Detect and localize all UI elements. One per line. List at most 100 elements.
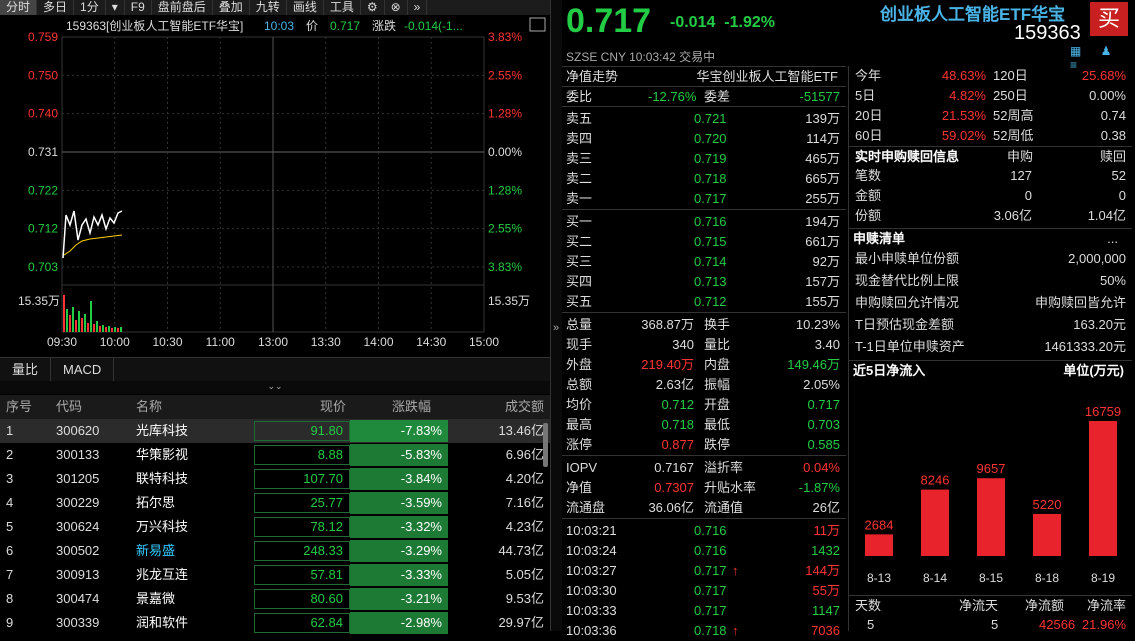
tab-intraday[interactable]: 分时 (0, 0, 37, 15)
level-price: 0.721 (694, 109, 727, 129)
stat-label: 内盘 (704, 355, 730, 375)
expand-icon[interactable]: » (408, 0, 428, 15)
footer-netamt-label: 净流额 (1025, 596, 1064, 616)
panel-divider[interactable]: » (550, 0, 562, 631)
row-price: 248.33 (254, 541, 350, 561)
level-volume: 255万 (805, 189, 840, 209)
table-row[interactable]: 2300133华策影视8.88-5.83%6.96亿 (0, 443, 550, 467)
list-label: 现金替代比例上限 (855, 270, 959, 292)
inflow-date-label: 8-13 (867, 571, 891, 585)
bid-level: 买二0.715661万 (562, 232, 846, 252)
col-change[interactable]: 涨跌幅 (392, 395, 431, 419)
table-row[interactable]: 4300229拓尔思25.77-3.59%7.16亿 (0, 491, 550, 515)
buy-button[interactable]: 买 (1090, 2, 1128, 36)
chart-x-labels: 09:3010:0010:3011:0013:0013:3014:0014:30… (47, 335, 499, 349)
col-index[interactable]: 序号 (6, 395, 32, 419)
perf-value: 0.74 (1101, 106, 1126, 126)
perf-label: 20日 (855, 106, 882, 126)
level-label: 卖一 (566, 189, 592, 209)
inflow-value-label: 5220 (1033, 497, 1062, 512)
volume-bar (102, 325, 104, 332)
table-row[interactable]: 6300502新易盛248.33-3.29%44.73亿 (0, 539, 550, 563)
footer-netrate-value: 21.96% (1082, 615, 1126, 635)
row-index: 1 (6, 419, 13, 443)
etf-stat-row: IOPV0.7167溢折率0.04% (562, 458, 846, 478)
stat-label: 最低 (704, 415, 730, 435)
nav-label[interactable]: 净值走势 (566, 67, 618, 87)
table-row[interactable]: 5300624万兴科技78.12-3.32%4.23亿 (0, 515, 550, 539)
net-inflow-chart: 26848-1382468-1496578-1552208-18167598-1… (849, 380, 1133, 592)
tab-premarket[interactable]: 盘前盘后 (152, 0, 213, 15)
table-scrollbar[interactable] (543, 423, 548, 467)
volume-bar (93, 324, 95, 332)
stat-value: 368.87万 (641, 315, 694, 335)
chart-header-chg-label: 涨跌 (372, 18, 396, 33)
perf-label: 5日 (855, 86, 875, 106)
window-icon[interactable] (530, 18, 545, 31)
stat-label: 开盘 (704, 395, 730, 415)
table-row[interactable]: 8300474景嘉微80.60-3.21%9.53亿 (0, 587, 550, 611)
etf-stat-row: 净值0.7307升贴水率-1.87% (562, 478, 846, 498)
row-index: 9 (6, 611, 13, 635)
sub-title: 实时申购赎回信息 (855, 147, 959, 167)
tab-f9[interactable]: F9 (125, 0, 152, 15)
row-code: 300474 (56, 587, 99, 611)
tick-list[interactable]: 10:03:210.71611万10:03:240.716143210:03:2… (562, 518, 846, 641)
row-change: -3.29% (350, 540, 448, 562)
table-row[interactable]: 9300339润和软件62.84-2.98%29.97亿 (0, 611, 550, 635)
level-volume: 139万 (805, 109, 840, 129)
level-price: 0.714 (694, 252, 727, 272)
volume-bar (105, 327, 107, 332)
bid-levels: 买一0.716194万买二0.715661万买三0.71492万买四0.7131… (562, 209, 846, 312)
chart-header-time: 10:03 (264, 19, 294, 33)
volume-bar (81, 318, 83, 332)
perf-row: 60日59.02%52周低0.38 (849, 126, 1132, 146)
col-price[interactable]: 现价 (320, 395, 346, 419)
tab-ninturn[interactable]: 九转 (250, 0, 287, 15)
tick-price: 0.718 (694, 621, 727, 641)
tab-overlay[interactable]: 叠加 (213, 0, 250, 15)
tab-multiday[interactable]: 多日 (37, 0, 74, 15)
row-index: 8 (6, 587, 13, 611)
table-row[interactable]: 3301205联特科技107.70-3.84%4.20亿 (0, 467, 550, 491)
constituents-table: 序号 代码 名称 现价 涨跌幅 成交额 1300620光库科技91.80-7.8… (0, 395, 550, 635)
y-tick-label-pct: 1.28% (488, 107, 522, 121)
table-row[interactable]: 7300913兆龙互连57.81-3.33%5.05亿 (0, 563, 550, 587)
list-label: T-1日单位申赎资产 (855, 336, 965, 358)
chevron-right-icon[interactable]: » (553, 322, 559, 334)
dropdown-icon[interactable]: ▾ (106, 0, 125, 15)
order-book-panel: 净值走势 华宝创业板人工智能ETF 委比 -12.76% 委差 -51577 卖… (562, 66, 846, 641)
intraday-chart[interactable]: 159363[创业板人工智能ETF华宝] 10:03 价 0.717 涨跌 -0… (0, 15, 550, 355)
gear-icon[interactable]: ⚙ (361, 0, 385, 15)
y-tick-label-pct: 1.28% (488, 183, 522, 197)
collapse-icon[interactable]: ⌄⌄ (0, 381, 550, 394)
perf-label: 120日 (993, 66, 1028, 86)
tab-tools[interactable]: 工具 (324, 0, 361, 15)
perf-row: 5日4.82%250日0.00% (849, 86, 1132, 106)
sub-row: 笔数12752 (849, 166, 1132, 186)
weibi-label: 委比 (566, 87, 592, 107)
tab-macd[interactable]: MACD (51, 358, 114, 381)
volume-bar (75, 320, 77, 332)
bid-level: 买四0.713157万 (562, 272, 846, 292)
tab-1min[interactable]: 1分 (74, 0, 106, 15)
list-label: 申购赎回允许情况 (855, 292, 959, 314)
tick-arrow-icon: ↑ (732, 561, 739, 581)
level-price: 0.715 (694, 232, 727, 252)
table-row[interactable]: 1300620光库科技91.80-7.83%13.46亿 (0, 419, 550, 443)
tab-volume-ratio[interactable]: 量比 (0, 358, 51, 381)
tab-draw[interactable]: 画线 (287, 0, 324, 15)
inflow-bar (1089, 421, 1117, 556)
volume-bar (72, 307, 74, 332)
level-price: 0.717 (694, 189, 727, 209)
col-name[interactable]: 名称 (136, 395, 162, 419)
col-code[interactable]: 代码 (56, 395, 82, 419)
row-index: 3 (6, 467, 13, 491)
level-volume: 157万 (805, 272, 840, 292)
list-row: T-1日单位申赎资产1461333.20元 (849, 336, 1132, 358)
tick-price: 0.716 (694, 541, 727, 561)
more-icon[interactable]: ... (1107, 229, 1118, 249)
col-amount[interactable]: 成交额 (505, 395, 544, 419)
close-icon[interactable]: ⊗ (385, 0, 408, 15)
last-price: 0.717 (566, 2, 651, 41)
